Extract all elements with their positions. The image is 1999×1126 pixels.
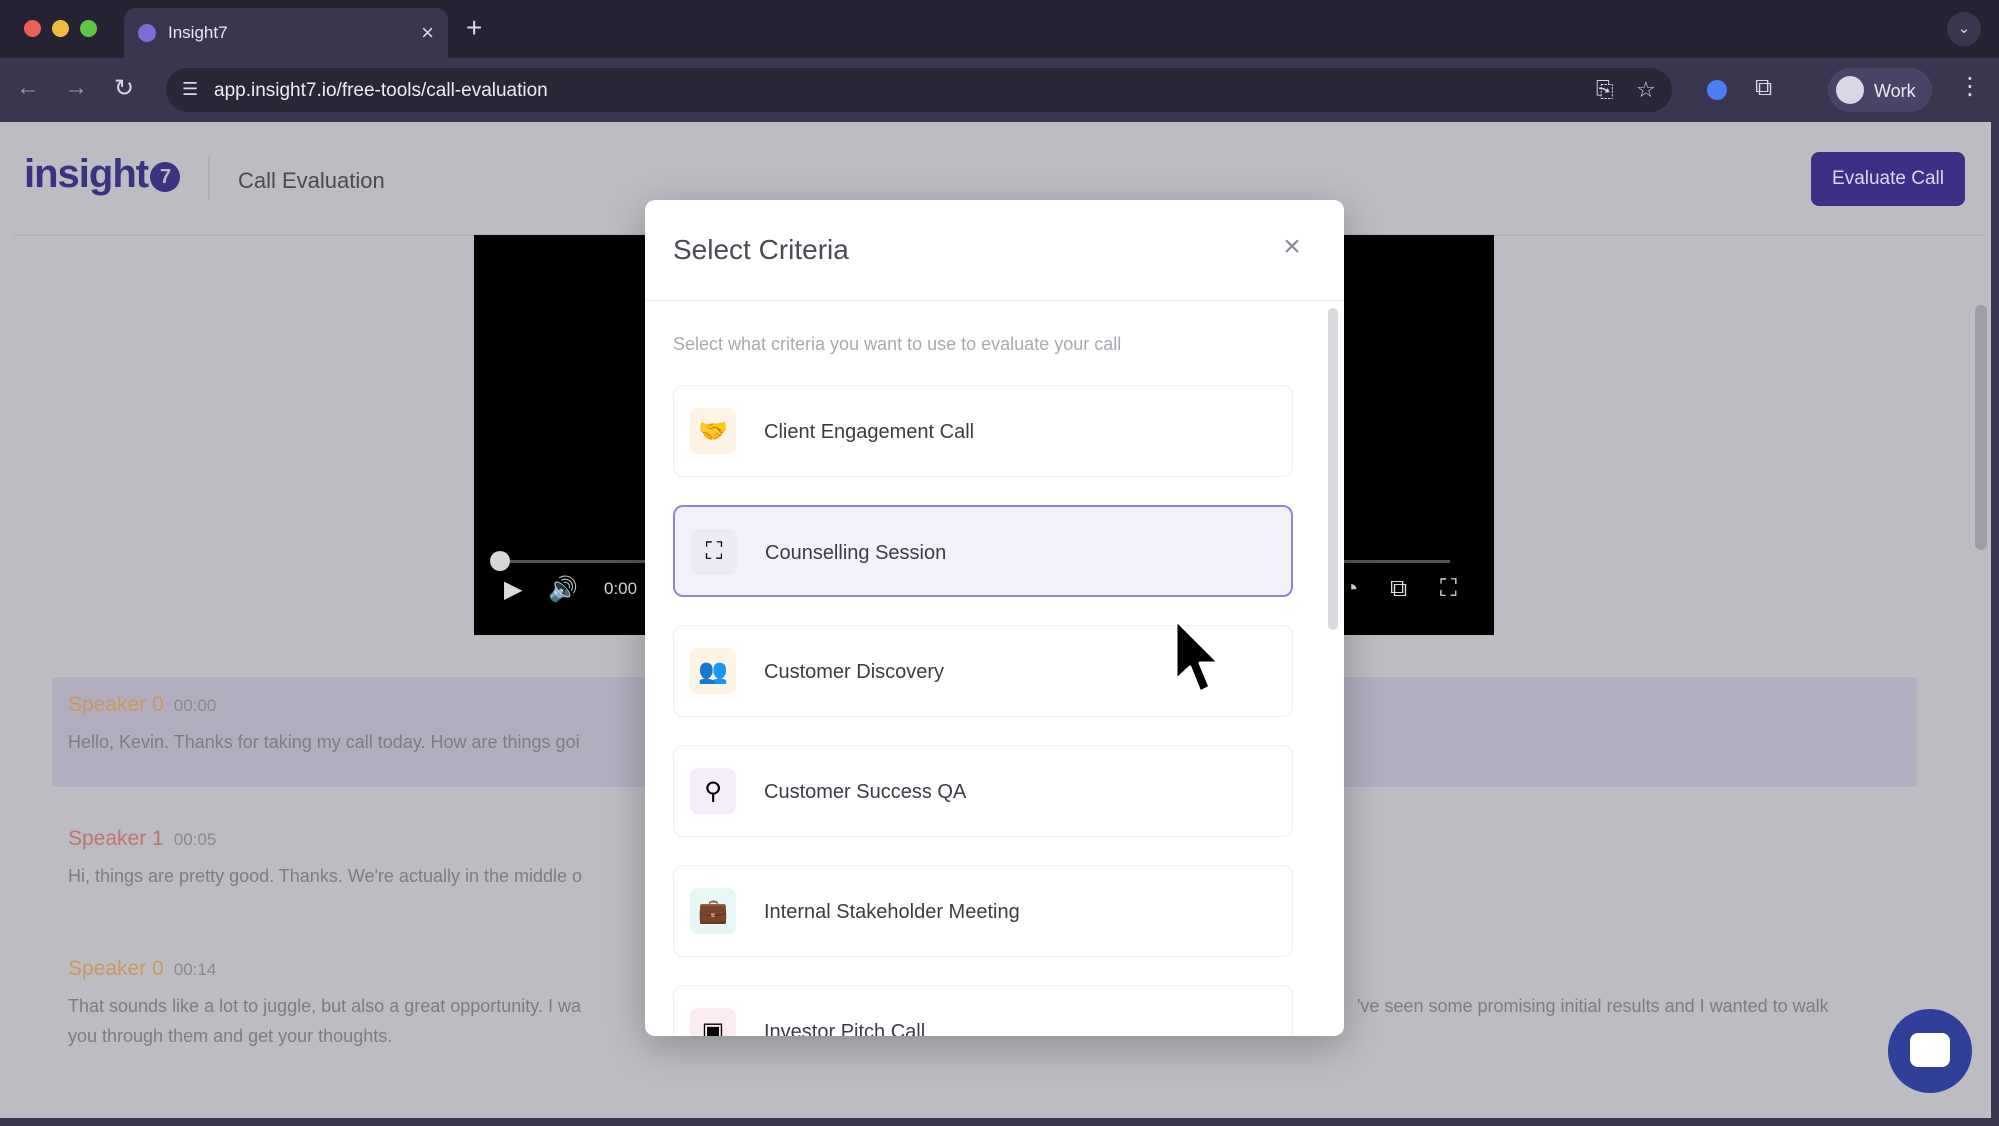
forward-arrow-icon[interactable]: → [64, 74, 88, 102]
person-scan-icon: ⛶ [691, 529, 737, 575]
tab-title: Insight7 [168, 23, 228, 42]
volume-icon[interactable]: 🔊 [548, 575, 578, 604]
close-window-button[interactable] [24, 20, 41, 37]
header-divider [208, 156, 210, 200]
close-icon[interactable]: × [1275, 230, 1309, 264]
bookmark-star-icon[interactable]: ☆ [1636, 77, 1656, 103]
browser-menu-icon[interactable]: ⋮ [1958, 72, 1982, 101]
reload-icon[interactable]: ↻ [114, 74, 134, 103]
profile-button[interactable]: Work [1828, 68, 1932, 112]
minimize-window-button[interactable] [52, 20, 69, 37]
avatar [1836, 76, 1864, 104]
address-bar[interactable]: ☰ app.insight7.io/free-tools/call-evalua… [166, 68, 1672, 112]
browser-tab-insight7[interactable]: Insight7 × [124, 8, 448, 58]
profile-label: Work [1874, 81, 1916, 101]
criteria-label: Investor Pitch Call [764, 1021, 926, 1036]
speaker-name: Speaker 0 [68, 693, 164, 716]
criteria-label: Internal Stakeholder Meeting [764, 901, 1020, 923]
segment-time: 00:05 [173, 830, 217, 849]
chat-widget-button[interactable] [1888, 1009, 1972, 1093]
criteria-item[interactable]: ⚲ Customer Success QA [673, 745, 1293, 837]
browser-toolbar: ← → ↻ ☰ app.insight7.io/free-tools/call-… [0, 58, 1999, 122]
play-icon[interactable]: ▶ [504, 575, 522, 604]
people-group-icon: 👥 [690, 648, 736, 694]
extensions-puzzle-icon[interactable]: ⧉ [1755, 74, 1772, 102]
window-frame [1991, 122, 1999, 1126]
speaker-name: Speaker 1 [68, 827, 164, 850]
search-icon: ⚲ [690, 768, 736, 814]
page-scrollbar[interactable] [1975, 305, 1987, 550]
install-app-icon[interactable]: ⎘ [1596, 77, 1614, 103]
video-progress-handle[interactable] [490, 551, 510, 571]
playback-speed-icon[interactable]: ◔ [1344, 575, 1359, 603]
window-frame [0, 1118, 1999, 1126]
maximize-window-button[interactable] [80, 20, 97, 37]
logo-mark-icon: 7 [150, 162, 181, 192]
page-title: Call Evaluation [238, 168, 385, 193]
modal-title: Select Criteria [673, 234, 849, 265]
select-criteria-modal: Select Criteria × Select what criteria y… [645, 200, 1344, 1036]
speaker-name: Speaker 0 [68, 957, 164, 980]
insight7-favicon-icon [138, 24, 156, 42]
insight7-logo[interactable]: insight 7 [24, 152, 181, 197]
criteria-item[interactable]: 🤝 Client Engagement Call [673, 385, 1293, 477]
back-arrow-icon[interactable]: ← [16, 74, 40, 102]
tab-search-chevron-icon[interactable]: ⌄ [1947, 12, 1981, 46]
video-time: 0:00 [604, 579, 638, 598]
criteria-label: Customer Discovery [764, 661, 945, 683]
criteria-item[interactable]: 💼 Internal Stakeholder Meeting [673, 865, 1293, 957]
segment-time: 00:00 [173, 696, 217, 715]
handshake-icon: 🤝 [690, 408, 736, 454]
logo-text: insight [24, 152, 149, 196]
modal-description: Select what criteria you want to use to … [673, 334, 1122, 354]
modal-divider [645, 300, 1344, 301]
criteria-label: Customer Success QA [764, 781, 967, 803]
evaluate-call-button[interactable]: Evaluate Call [1811, 152, 1965, 206]
fullscreen-icon[interactable]: ⛶ [1440, 575, 1457, 603]
picture-in-picture-icon[interactable]: ⧉ [1390, 575, 1407, 603]
new-tab-icon[interactable]: + [466, 12, 482, 44]
criteria-label: Client Engagement Call [764, 421, 975, 443]
address-url[interactable]: app.insight7.io/free-tools/call-evaluati… [214, 80, 548, 102]
modal-scrollbar[interactable] [1328, 308, 1338, 630]
chat-bubble-icon [1910, 1033, 1950, 1067]
extension-dot-icon[interactable] [1707, 80, 1727, 100]
criteria-list: 🤝 Client Engagement Call ⛶ Counselling Sess… [673, 385, 1293, 1036]
mouse-cursor-icon [1174, 618, 1221, 694]
segment-text-left: That sounds like a lot to juggle, but al… [68, 996, 581, 1016]
criteria-item[interactable]: ⛶ Counselling Session [673, 505, 1293, 597]
criteria-label: Counselling Session [765, 542, 947, 564]
site-settings-icon[interactable]: ☰ [182, 79, 198, 100]
segment-time: 00:14 [173, 960, 217, 979]
criteria-item[interactable]: ▣ Investor Pitch Call [673, 985, 1293, 1036]
browser-tab-bar: Insight7 × + ⌄ [0, 0, 1999, 58]
tab-close-icon[interactable]: × [421, 20, 434, 46]
segment-text-right: 've seen some promising initial results … [1357, 996, 1829, 1016]
briefcase-icon: 💼 [690, 888, 736, 934]
presentation-icon: ▣ [690, 1008, 736, 1036]
